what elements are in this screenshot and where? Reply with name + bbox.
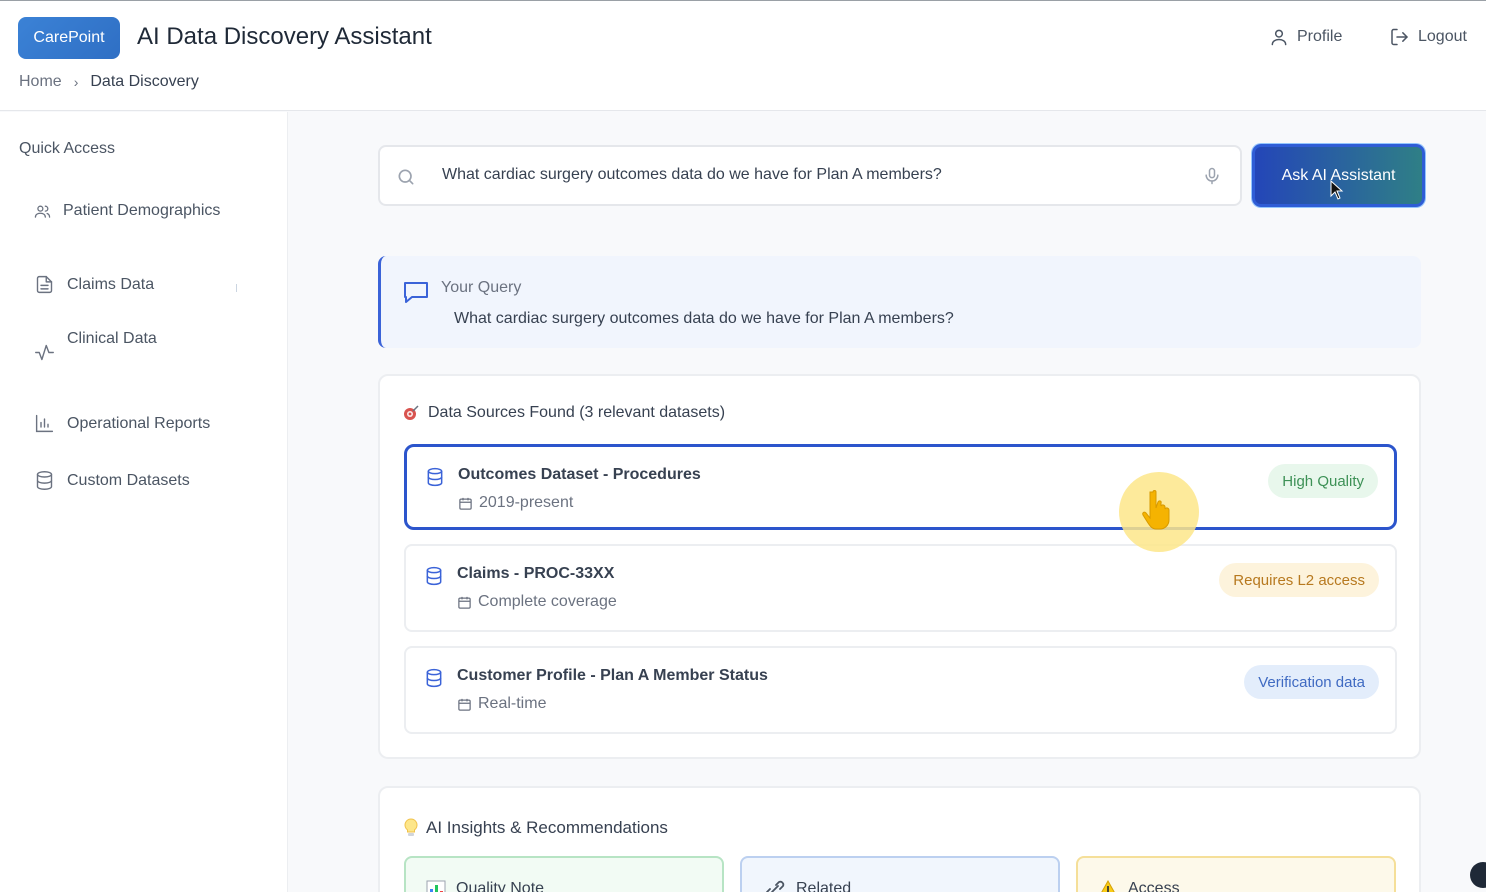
dataset-meta: Complete coverage	[457, 593, 617, 611]
insight-label: Related	[796, 880, 852, 892]
target-icon	[404, 405, 419, 420]
logout-link[interactable]: Logout	[1389, 27, 1467, 47]
message-icon	[404, 282, 428, 303]
profile-link[interactable]: Profile	[1269, 27, 1342, 47]
query-text: What cardiac surgery outcomes data do we…	[454, 310, 954, 327]
link-icon	[766, 880, 785, 892]
logout-label: Logout	[1418, 28, 1467, 45]
dataset-name: Customer Profile - Plan A Member Status	[457, 667, 768, 684]
users-icon	[34, 205, 51, 218]
dataset-name: Outcomes Dataset - Procedures	[458, 466, 701, 483]
search-input[interactable]: What cardiac surgery outcomes data do we…	[442, 166, 942, 184]
insight-label: Access	[1128, 880, 1180, 892]
carepoint-logo[interactable]: CarePoint	[18, 17, 120, 59]
activity-icon	[35, 344, 54, 361]
sidebar-item-patient-demographics[interactable]: Patient Demographics	[34, 202, 220, 220]
dataset-meta: 2019-present	[458, 494, 573, 512]
sidebar-item-label: Custom Datasets	[67, 471, 190, 489]
sidebar-item-claims-data[interactable]: Claims Data	[34, 274, 154, 295]
search-icon	[398, 169, 414, 185]
lightbulb-icon	[404, 818, 418, 836]
sidebar-item-operational-reports[interactable]: Operational Reports	[34, 413, 210, 434]
sidebar-item-label: Clinical Data	[67, 330, 157, 347]
profile-label: Profile	[1297, 28, 1343, 45]
database-icon	[426, 566, 442, 586]
bar-chart-icon	[35, 414, 54, 433]
chart-icon	[426, 880, 446, 892]
user-icon	[1271, 29, 1287, 46]
insight-quality-note[interactable]: Quality Note	[404, 856, 724, 892]
sidebar-item-clinical-data[interactable]: Clinical Data	[34, 330, 157, 363]
insight-label: Quality Note	[456, 880, 545, 892]
app-title: AI Data Discovery Assistant	[137, 23, 432, 50]
sidebar: Quick Access Patient Demographics Claims…	[0, 112, 288, 892]
document-icon	[36, 275, 53, 294]
insight-access[interactable]: Access	[1076, 856, 1396, 892]
dataset-item-customer-profile[interactable]: Customer Profile - Plan A Member Status …	[404, 646, 1397, 734]
sidebar-item-label: Operational Reports	[67, 414, 211, 432]
sidebar-item-custom-datasets[interactable]: Custom Datasets	[34, 470, 190, 491]
sidebar-item-label: Claims Data	[67, 275, 155, 293]
data-sources-card: Data Sources Found (3 relevant datasets)…	[378, 374, 1421, 759]
database-icon	[426, 668, 442, 688]
pointer-hand-icon	[1142, 490, 1170, 530]
breadcrumb: Home › Data Discovery	[19, 73, 199, 91]
calendar-icon	[458, 596, 471, 609]
insights-title: AI Insights & Recommendations	[404, 818, 668, 838]
app-header: CarePoint AI Data Discovery Assistant Pr…	[0, 1, 1486, 111]
breadcrumb-current: Data Discovery	[90, 73, 199, 90]
sidebar-item-label: Patient Demographics	[63, 202, 221, 219]
sidebar-divider	[236, 284, 237, 292]
calendar-icon	[458, 698, 471, 711]
database-icon	[36, 471, 53, 490]
query-label: Your Query	[441, 279, 522, 296]
access-badge: Requires L2 access	[1219, 563, 1379, 597]
dataset-name: Claims - PROC-33XX	[457, 565, 615, 582]
dataset-item-outcomes[interactable]: Outcomes Dataset - Procedures 2019-prese…	[404, 444, 1397, 530]
mouse-cursor-icon	[1330, 180, 1344, 200]
ai-insights-card: AI Insights & Recommendations Quality No…	[378, 786, 1421, 892]
quality-badge: High Quality	[1268, 464, 1378, 498]
breadcrumb-home[interactable]: Home	[19, 73, 62, 91]
data-sources-title: Data Sources Found (3 relevant datasets)	[402, 404, 725, 422]
dataset-meta: Real-time	[457, 695, 546, 713]
insight-related[interactable]: Related	[740, 856, 1060, 892]
chevron-right-icon: ›	[73, 74, 79, 90]
your-query-card: Your Query What cardiac surgery outcomes…	[378, 256, 1421, 348]
microphone-icon[interactable]	[1202, 165, 1222, 187]
chat-widget-button[interactable]	[1470, 862, 1486, 888]
calendar-icon	[459, 497, 472, 510]
dataset-item-claims[interactable]: Claims - PROC-33XX Complete coverage Req…	[404, 544, 1397, 632]
warning-icon	[1101, 880, 1115, 892]
sidebar-title: Quick Access	[19, 140, 116, 157]
search-bar[interactable]: What cardiac surgery outcomes data do we…	[378, 145, 1242, 206]
logout-icon	[1391, 28, 1408, 46]
verification-badge: Verification data	[1244, 665, 1379, 699]
database-icon	[427, 467, 443, 487]
